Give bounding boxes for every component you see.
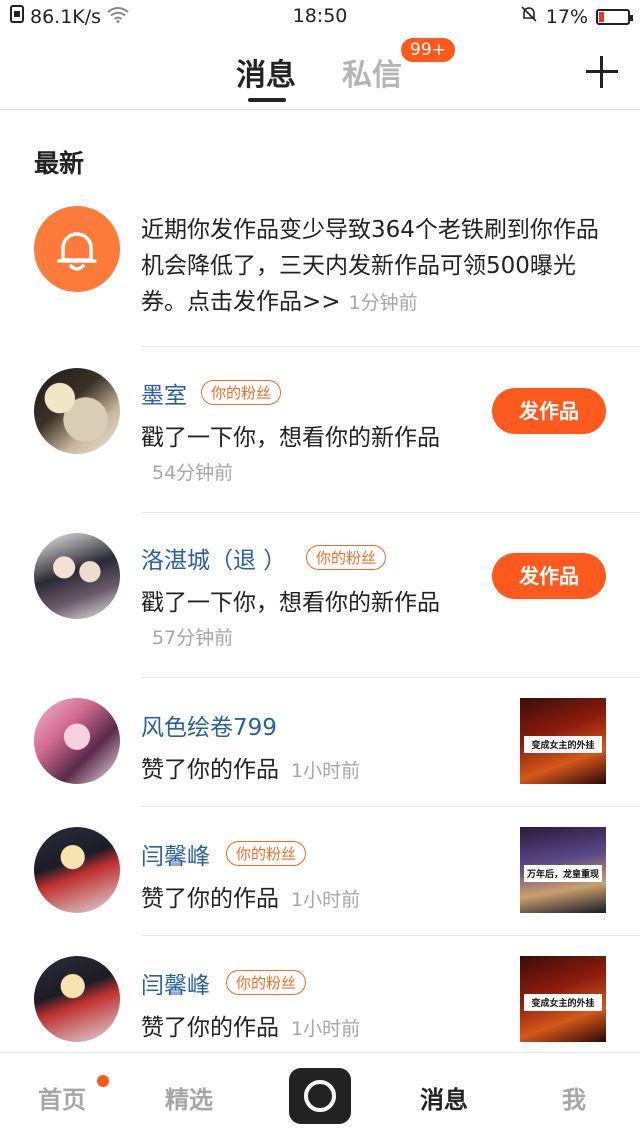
user-name[interactable]: 风色绘卷799 <box>141 708 277 742</box>
action-line: 赞了你的作品 1小时前 <box>141 750 360 784</box>
battery-level <box>599 11 604 22</box>
fan-badge: 你的粉丝 <box>306 545 387 570</box>
home-notification-dot <box>97 1075 109 1087</box>
list-item[interactable]: 洛湛城（退 ） 你的粉丝 戳了一下你，想看你的新作品 57分钟前 发作品 <box>0 513 640 677</box>
thumbnail-caption: 变成女主的外挂 <box>524 994 602 1011</box>
camera-ring <box>304 1080 336 1112</box>
nav-home[interactable]: 首页 <box>38 1080 86 1115</box>
avatar[interactable] <box>34 827 120 913</box>
camera-icon[interactable] <box>289 1068 351 1124</box>
tab-private-messages[interactable]: 私信 <box>342 50 402 94</box>
unread-badge: 99+ <box>401 38 455 62</box>
fan-badge: 你的粉丝 <box>226 841 307 866</box>
avatar[interactable] <box>34 533 120 619</box>
tab-private-messages-label: 私信 <box>342 58 402 93</box>
action-line: 赞了你的作品 1小时前 <box>141 1008 360 1042</box>
status-bar: 86.1K/s 18:50 17% <box>0 0 640 34</box>
post-work-button[interactable]: 发作品 <box>492 388 606 434</box>
notice-text[interactable]: 近期你发作品变少导致364个老铁刷到你作品机会降低了，三天内发新作品可领500曝… <box>141 212 616 321</box>
nav-featured[interactable]: 精选 <box>165 1080 213 1115</box>
fan-badge: 你的粉丝 <box>226 970 307 995</box>
tab-messages[interactable]: 消息 <box>236 50 296 102</box>
notice-time: 1分钟前 <box>348 292 418 314</box>
action-text: 赞了你的作品 <box>141 886 279 912</box>
bell-icon <box>34 206 120 292</box>
avatar[interactable] <box>34 956 120 1042</box>
list-item[interactable]: 风色绘卷799 赞了你的作品 1小时前 变成女主的外挂 <box>0 678 640 806</box>
action-text: 赞了你的作品 <box>141 1015 279 1041</box>
avatar[interactable] <box>34 698 120 784</box>
section-title: 最新 <box>34 149 85 178</box>
work-thumbnail[interactable]: 变成女主的外挂 <box>520 956 606 1042</box>
user-name[interactable]: 墨室 <box>141 376 187 410</box>
user-name[interactable]: 闫馨峰 <box>141 837 210 871</box>
top-navigation: 消息 私信 <box>0 34 640 110</box>
timestamp: 1小时前 <box>291 889 361 911</box>
list-item[interactable]: 墨室 你的粉丝 戳了一下你，想看你的新作品 54分钟前 发作品 <box>0 348 640 512</box>
action-line: 赞了你的作品 1小时前 <box>141 879 360 913</box>
action-text: 戳了一下你，想看你的新作品 <box>141 425 440 451</box>
list-item[interactable]: 闫馨峰 你的粉丝 赞了你的作品 1小时前 变成女主的外挂 <box>0 936 640 1052</box>
bottom-navigation: 首页 精选 消息 我 <box>0 1052 640 1138</box>
thumbnail-caption: 变成女主的外挂 <box>524 736 602 753</box>
active-tab-indicator <box>248 98 286 102</box>
timestamp: 1小时前 <box>291 760 361 782</box>
nav-messages[interactable]: 消息 <box>420 1080 468 1115</box>
work-thumbnail[interactable]: 万年后，龙皇重现 <box>520 827 606 913</box>
list-item[interactable]: 闫馨峰 你的粉丝 赞了你的作品 1小时前 万年后，龙皇重现 <box>0 807 640 935</box>
avatar[interactable] <box>34 368 120 454</box>
user-name[interactable]: 闫馨峰 <box>141 966 210 1000</box>
plus-icon[interactable] <box>586 56 618 88</box>
nav-me[interactable]: 我 <box>562 1080 586 1115</box>
post-work-button[interactable]: 发作品 <box>492 553 606 599</box>
timestamp: 57分钟前 <box>152 627 234 649</box>
user-name[interactable]: 洛湛城（退 ） <box>141 541 286 575</box>
divider <box>141 346 640 347</box>
timestamp: 1小时前 <box>291 1018 361 1040</box>
work-thumbnail[interactable]: 变成女主的外挂 <box>520 698 606 784</box>
battery-percent: 17% <box>545 5 588 28</box>
timestamp: 54分钟前 <box>152 462 234 484</box>
mute-bell-icon <box>520 5 538 28</box>
battery-icon <box>596 8 633 25</box>
action-text: 赞了你的作品 <box>141 757 279 783</box>
tab-messages-label: 消息 <box>236 58 296 93</box>
thumbnail-caption: 万年后，龙皇重现 <box>524 865 602 882</box>
system-notice[interactable]: 近期你发作品变少导致364个老铁刷到你作品机会降低了，三天内发新作品可领500曝… <box>0 200 640 348</box>
fan-badge: 你的粉丝 <box>201 380 282 405</box>
action-text: 戳了一下你，想看你的新作品 <box>141 590 440 616</box>
